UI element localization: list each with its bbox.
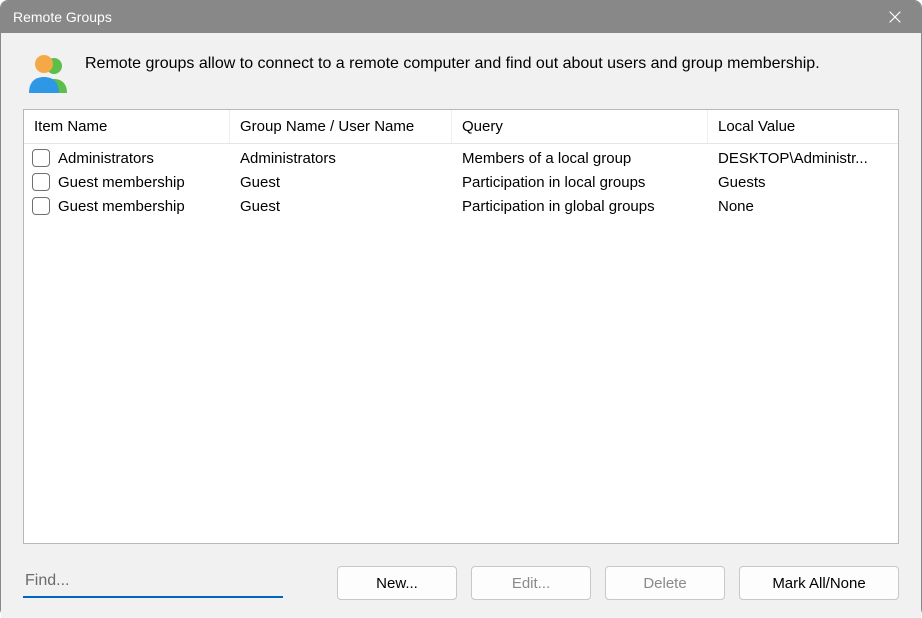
row-checkbox[interactable] [32, 197, 50, 215]
cell-group: Guest [230, 197, 452, 216]
delete-button[interactable]: Delete [605, 566, 725, 600]
cell-local: DESKTOP\Administr... [708, 149, 898, 168]
col-header-item[interactable]: Item Name [24, 110, 230, 143]
titlebar: Remote Groups [1, 1, 921, 33]
cell-item: Guest membership [58, 174, 185, 191]
mark-all-none-button[interactable]: Mark All/None [739, 566, 899, 600]
close-button[interactable] [881, 3, 909, 31]
row-checkbox[interactable] [32, 173, 50, 191]
window-title: Remote Groups [13, 9, 112, 25]
cell-query: Participation in global groups [452, 197, 708, 216]
table-row[interactable]: Administrators Administrators Members of… [24, 146, 898, 170]
cell-query: Participation in local groups [452, 173, 708, 192]
cell-local: Guests [708, 173, 898, 192]
table-row[interactable]: Guest membership Guest Participation in … [24, 170, 898, 194]
col-header-local[interactable]: Local Value [708, 110, 898, 143]
cell-group: Administrators [230, 149, 452, 168]
cell-item: Guest membership [58, 198, 185, 215]
table-row[interactable]: Guest membership Guest Participation in … [24, 194, 898, 218]
table-body: Administrators Administrators Members of… [24, 144, 898, 218]
cell-item: Administrators [58, 150, 154, 167]
table-header: Item Name Group Name / User Name Query L… [24, 110, 898, 144]
cell-local: None [708, 197, 898, 216]
description-text: Remote groups allow to connect to a remo… [85, 53, 820, 75]
new-button[interactable]: New... [337, 566, 457, 600]
dialog-content: Remote groups allow to connect to a remo… [1, 33, 921, 618]
edit-button[interactable]: Edit... [471, 566, 591, 600]
close-icon [889, 11, 901, 23]
find-input[interactable] [23, 568, 283, 598]
cell-group: Guest [230, 173, 452, 192]
row-checkbox[interactable] [32, 149, 50, 167]
users-icon [27, 53, 71, 93]
button-row: New... Edit... Delete Mark All/None [23, 544, 899, 600]
groups-table: Item Name Group Name / User Name Query L… [23, 109, 899, 544]
col-header-query[interactable]: Query [452, 110, 708, 143]
col-header-group[interactable]: Group Name / User Name [230, 110, 452, 143]
cell-query: Members of a local group [452, 149, 708, 168]
description-row: Remote groups allow to connect to a remo… [23, 47, 899, 109]
